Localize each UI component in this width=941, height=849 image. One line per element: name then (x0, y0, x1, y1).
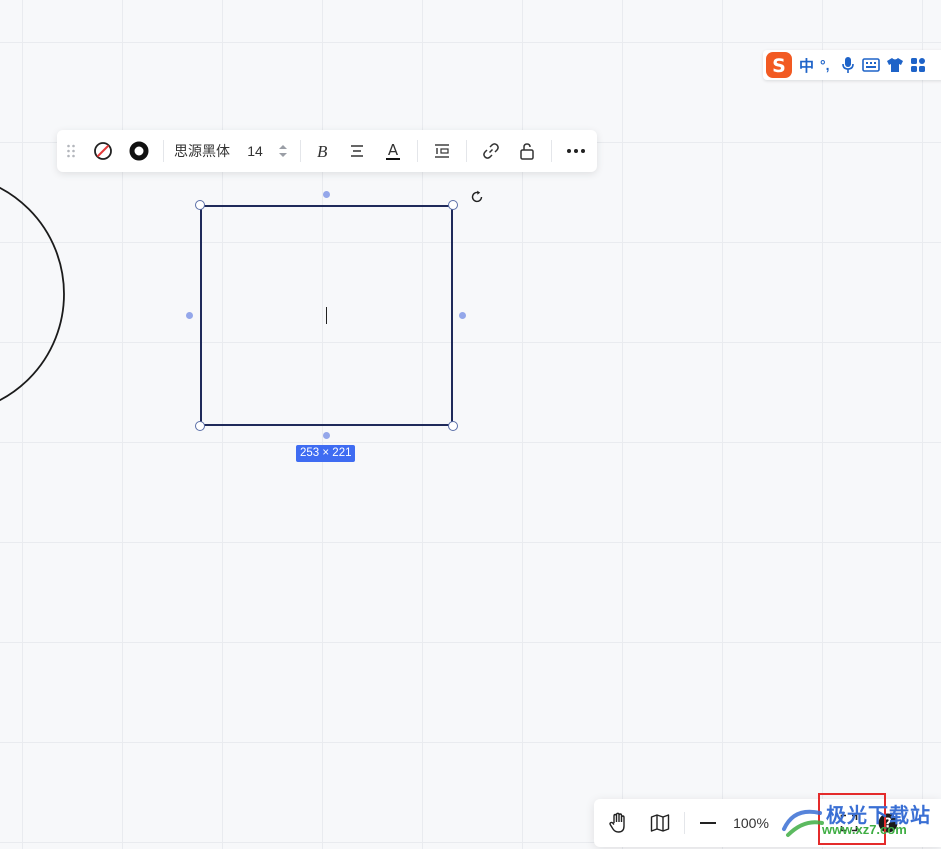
svg-text:B: B (317, 142, 328, 160)
link-icon (483, 143, 499, 159)
lock-button[interactable] (509, 130, 545, 172)
more-icon (567, 149, 585, 153)
zoom-toolbar: 100% ? (594, 799, 941, 847)
hand-pan-icon (609, 812, 625, 833)
toolbar-divider (163, 140, 164, 162)
toolbar-divider (417, 140, 418, 162)
resize-handle-bottom-right[interactable] (448, 421, 458, 431)
font-family-select[interactable]: 思源黑体 (170, 141, 238, 161)
unlock-icon (520, 143, 534, 160)
connect-point-top[interactable] (323, 191, 330, 198)
svg-text:A: A (388, 141, 399, 159)
line-spacing-icon (435, 144, 449, 158)
align-icon (351, 145, 363, 157)
rotate-handle-icon[interactable] (469, 189, 485, 205)
zoom-level[interactable]: 100% (725, 815, 777, 831)
fill-color-button[interactable] (85, 130, 121, 172)
border-color-icon (129, 141, 149, 161)
toolbar-divider (551, 140, 552, 162)
more-button[interactable] (558, 130, 594, 172)
line-spacing-button[interactable] (424, 130, 460, 172)
text-color-icon: A (386, 141, 400, 160)
link-button[interactable] (473, 130, 509, 172)
zoom-out-icon (700, 822, 716, 824)
map-icon (650, 814, 670, 832)
no-fill-icon (94, 142, 112, 160)
resize-handle-top-left[interactable] (195, 200, 205, 210)
highlight-box (818, 793, 886, 845)
bold-button[interactable]: B (307, 130, 339, 172)
zoom-out-button[interactable] (691, 799, 725, 847)
toolbar-divider (684, 812, 685, 834)
resize-handle-bottom-left[interactable] (195, 421, 205, 431)
circle-shape[interactable] (0, 0, 941, 849)
font-size-stepper-icon[interactable] (272, 130, 294, 172)
bold-icon: B (317, 142, 328, 160)
drag-handle-icon[interactable] (57, 130, 85, 172)
text-cursor (326, 307, 327, 324)
text-color-button[interactable]: A (375, 130, 411, 172)
connect-point-left[interactable] (186, 312, 193, 319)
hand-pan-button[interactable] (594, 799, 642, 847)
minimap-button[interactable] (642, 799, 678, 847)
size-label: 253 × 221 (296, 445, 356, 462)
connect-point-right[interactable] (459, 312, 466, 319)
border-color-button[interactable] (121, 130, 157, 172)
connect-point-bottom[interactable] (323, 432, 330, 439)
toolbar-divider (300, 140, 301, 162)
resize-handle-top-right[interactable] (448, 200, 458, 210)
align-button[interactable] (339, 130, 375, 172)
font-size-input[interactable]: 14 (238, 143, 272, 159)
format-toolbar: 思源黑体 14 B A (57, 130, 597, 172)
toolbar-divider (466, 140, 467, 162)
